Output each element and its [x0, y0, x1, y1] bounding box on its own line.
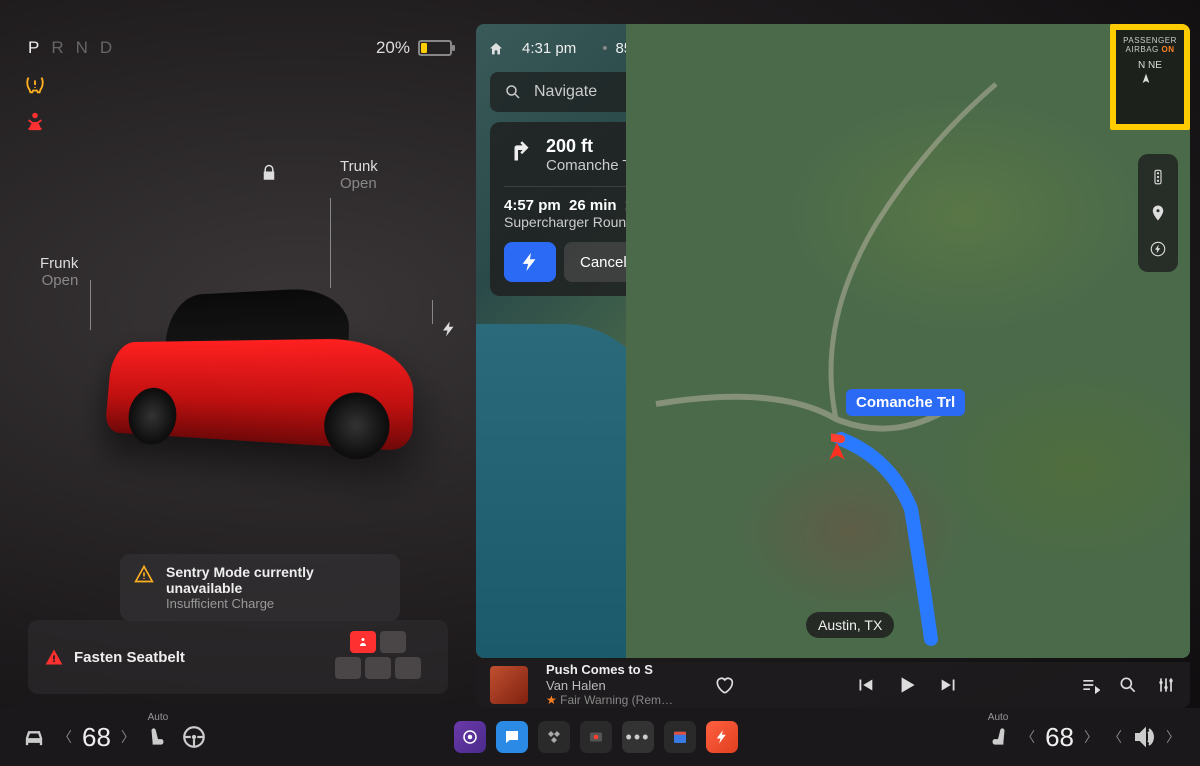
compass-indicator: N NE	[1138, 60, 1162, 87]
left-temp[interactable]: 68	[82, 722, 111, 753]
volume-up[interactable]: 〉	[1166, 727, 1180, 747]
vehicle-render: Frunk Open Trunk Open	[40, 150, 440, 490]
map-tools	[1138, 154, 1178, 272]
lock-icon[interactable]	[260, 164, 278, 182]
map-city-label: Austin, TX	[806, 612, 894, 638]
gear-p: P	[28, 38, 51, 57]
app-calendar[interactable]	[664, 721, 696, 753]
album-art[interactable]	[490, 666, 528, 704]
seat-rear-right	[395, 657, 421, 679]
passenger-airbag-indicator: PASSENGER AIRBAG ON N NE	[1110, 24, 1190, 130]
volume-icon[interactable]	[1132, 725, 1156, 749]
seat-rear-center	[365, 657, 391, 679]
seat-occupancy-diagram[interactable]	[308, 627, 448, 687]
previous-track-icon[interactable]	[854, 674, 876, 696]
map-street-label: Comanche Trl	[846, 389, 965, 416]
right-seat-heat-icon[interactable]: Auto	[985, 724, 1011, 750]
gear-n: N	[76, 38, 100, 57]
sentry-message: Sentry Mode currently unavailable	[166, 564, 386, 596]
app-launcher[interactable]: •••	[622, 721, 654, 753]
car-controls-icon[interactable]	[20, 723, 48, 751]
media-search-icon[interactable]	[1118, 675, 1138, 695]
location-pin-icon[interactable]	[1149, 204, 1167, 222]
gear-d: D	[100, 38, 124, 57]
current-location-marker	[824, 439, 850, 465]
warning-triangle-icon	[134, 564, 154, 584]
seatbelt-warning-icon[interactable]	[24, 110, 46, 132]
volume-down[interactable]: 〈	[1108, 727, 1122, 747]
left-temp-control: 〈 68 〉	[58, 722, 135, 753]
app-dashcam[interactable]	[580, 721, 612, 753]
temp-down-left[interactable]: 〈	[58, 727, 72, 747]
equalizer-icon[interactable]	[1156, 675, 1176, 695]
bottom-dock: 〈 68 〉 Auto ••• Auto 〈 68 〉 〈 〉	[0, 708, 1200, 766]
app-messages[interactable]	[496, 721, 528, 753]
seatbelt-warning-text: Fasten Seatbelt	[74, 649, 185, 666]
left-seat-heat-icon[interactable]: Auto	[145, 724, 171, 750]
temp-up-right[interactable]: 〉	[1084, 727, 1098, 747]
steering-wheel-heat-icon[interactable]	[181, 724, 207, 750]
right-temp[interactable]: 68	[1045, 722, 1074, 753]
app-sentry[interactable]	[454, 721, 486, 753]
map-pane[interactable]: Comanche Trl Austin, TX 4:31 pm 85°F Dan…	[476, 24, 1190, 658]
temp-down-right[interactable]: 〈	[1021, 727, 1035, 747]
battery-status[interactable]: 20%	[376, 38, 452, 58]
right-temp-control: 〈 68 〉	[1021, 722, 1098, 753]
gear-selector: PRND	[28, 38, 124, 58]
temp-up-left[interactable]: 〉	[121, 727, 135, 747]
sentry-warning-card[interactable]: Sentry Mode currently unavailable Insuff…	[120, 554, 400, 621]
seat-passenger	[380, 631, 406, 653]
vehicle-pane: PRND 20% Frunk Open Trunk Open	[0, 0, 472, 704]
app-tidal[interactable]	[538, 721, 570, 753]
alert-triangle-icon	[44, 647, 64, 667]
gear-r: R	[51, 38, 75, 57]
seatbelt-panel: Fasten Seatbelt	[28, 620, 448, 694]
next-track-icon[interactable]	[938, 674, 960, 696]
sentry-reason: Insufficient Charge	[166, 596, 386, 611]
trunk-button[interactable]: Trunk Open	[340, 158, 378, 192]
bolt-icon[interactable]	[1149, 240, 1167, 258]
favorite-icon[interactable]	[714, 675, 734, 695]
traffic-light-icon[interactable]	[1149, 168, 1167, 186]
media-player-bar: Push Comes to S Van Halen ★ Fair Warning…	[476, 662, 1190, 708]
tpms-warning-icon[interactable]	[24, 74, 46, 96]
seat-rear-left	[335, 657, 361, 679]
track-info[interactable]: Push Comes to S Van Halen ★ Fair Warning…	[546, 662, 696, 708]
map-roads	[476, 24, 1190, 658]
play-icon[interactable]	[894, 672, 920, 698]
seat-driver	[350, 631, 376, 653]
battery-percent: 20%	[376, 38, 410, 58]
app-energy[interactable]	[706, 721, 738, 753]
battery-icon	[418, 40, 452, 56]
queue-icon[interactable]	[1080, 675, 1100, 695]
charge-port-icon[interactable]	[440, 320, 458, 338]
frunk-button[interactable]: Frunk Open	[40, 255, 78, 289]
